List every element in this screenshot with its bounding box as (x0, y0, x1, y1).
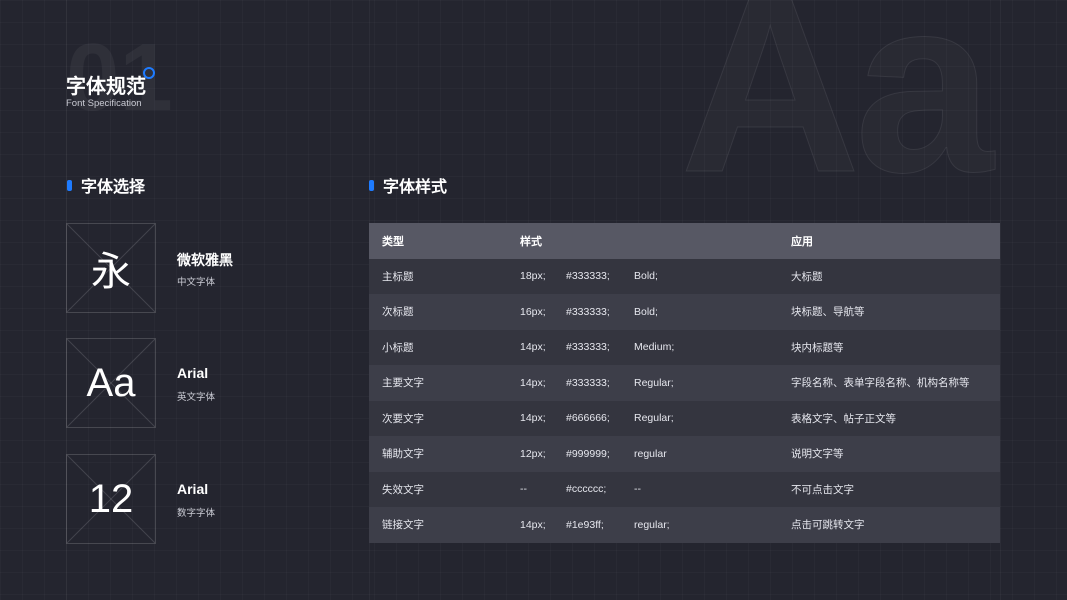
table-row: 主要文字 14px; #333333; Regular; 字段名称、表单字段名称… (369, 365, 1000, 401)
cell-weight: Medium; (634, 341, 675, 354)
cell-type: 主要文字 (382, 377, 424, 390)
font-name: 微软雅黑 (177, 252, 233, 268)
font-sample-glyph: 12 (88, 476, 134, 521)
font-sample-glyph: 永 (91, 249, 131, 295)
cell-app: 点击可跳转文字 (791, 519, 865, 532)
cell-weight: regular; (634, 518, 670, 531)
cell-size: 12px; (520, 447, 546, 460)
table-row: 小标题 14px; #333333; Medium; 块内标题等 (369, 329, 1000, 365)
cell-color: #666666; (566, 412, 610, 425)
font-style-table: 类型 样式 应用 主标题 18px; #333333; Bold; 大标题 次标… (369, 223, 1000, 543)
cell-weight: Regular; (634, 412, 674, 425)
cell-color: #999999; (566, 447, 610, 460)
cell-weight: Bold; (634, 305, 658, 318)
section-marker (369, 179, 374, 191)
cell-color: #1e93ff; (566, 518, 604, 531)
font-sample-glyph: Aa (86, 360, 136, 405)
cell-type: 链接文字 (382, 519, 424, 532)
cell-size: 14px; (520, 341, 546, 354)
section-title-font-styles: 字体样式 (369, 173, 447, 197)
cell-app: 说明文字等 (791, 448, 844, 461)
cell-app: 块标题、导航等 (791, 306, 865, 319)
section-title-text: 字体样式 (383, 177, 448, 196)
cell-size: 14px; (520, 518, 546, 531)
page-title: 字体规范 (66, 74, 146, 98)
section-marker (67, 179, 72, 191)
table-row: 失效文字 -- #cccccc; -- 不可点击文字 (369, 471, 1000, 507)
cell-app: 不可点击文字 (791, 483, 854, 496)
cell-size: 14px; (520, 412, 546, 425)
font-sample-box: 永 (66, 223, 156, 313)
cell-color: #333333; (566, 341, 610, 354)
header-style: 样式 (520, 235, 542, 248)
cell-weight: Bold; (634, 270, 658, 283)
cell-weight: -- (634, 483, 641, 496)
font-desc: 英文字体 (177, 392, 216, 403)
cell-size: -- (520, 483, 527, 496)
background-letters: Aa (680, 0, 995, 224)
font-desc: 数字字体 (177, 508, 216, 519)
cell-app: 字段名称、表单字段名称、机构名称等 (791, 377, 970, 390)
header-type: 类型 (382, 235, 404, 248)
font-sample-box: Aa (66, 338, 156, 428)
font-name: Arial (177, 365, 209, 381)
cell-type: 辅助文字 (382, 448, 424, 461)
cell-type: 失效文字 (382, 483, 424, 496)
font-desc: 中文字体 (177, 277, 216, 288)
table-row: 链接文字 14px; #1e93ff; regular; 点击可跳转文字 (369, 507, 1000, 543)
cell-type: 主标题 (382, 270, 414, 283)
cell-size: 18px; (520, 270, 546, 283)
cell-app: 大标题 (791, 270, 823, 283)
table-row: 次要文字 14px; #666666; Regular; 表格文字、帖子正文等 (369, 400, 1000, 436)
font-sample-box: 12 (66, 454, 156, 544)
page-subtitle: Font Specification (66, 98, 142, 109)
cell-weight: regular (634, 447, 667, 460)
cell-type: 小标题 (382, 341, 414, 354)
table-row: 次标题 16px; #333333; Bold; 块标题、导航等 (369, 294, 1000, 330)
cell-app: 块内标题等 (791, 341, 844, 354)
cell-weight: Regular; (634, 376, 674, 389)
table-header-row: 类型 样式 应用 (369, 223, 1000, 259)
cell-color: #333333; (566, 305, 610, 318)
section-title-text: 字体选择 (81, 177, 146, 196)
cell-type: 次标题 (382, 306, 414, 319)
table-row: 辅助文字 12px; #999999; regular 说明文字等 (369, 436, 1000, 472)
guide-line (1000, 0, 1001, 600)
cell-type: 次要文字 (382, 412, 424, 425)
title-dot-icon (143, 67, 155, 79)
cell-color: #cccccc; (566, 483, 607, 496)
section-title-font-selection: 字体选择 (67, 173, 145, 197)
header-app: 应用 (791, 235, 813, 248)
table-row: 主标题 18px; #333333; Bold; 大标题 (369, 258, 1000, 294)
cell-size: 14px; (520, 376, 546, 389)
cell-color: #333333; (566, 376, 610, 389)
cell-app: 表格文字、帖子正文等 (791, 412, 896, 425)
cell-color: #333333; (566, 270, 610, 283)
cell-size: 16px; (520, 305, 546, 318)
font-name: Arial (177, 481, 209, 497)
